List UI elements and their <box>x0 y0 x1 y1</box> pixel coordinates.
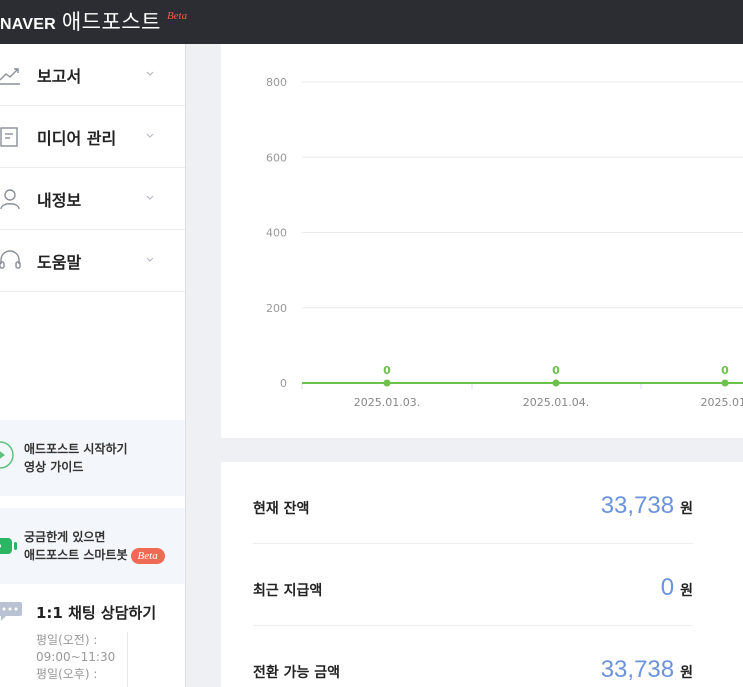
currency-unit: 원 <box>680 501 693 517</box>
hours-line: 09:00~11:30 <box>36 650 116 664</box>
chatbot-icon <box>0 538 17 554</box>
data-label: 0 <box>383 364 391 377</box>
play-circle-icon <box>0 441 14 469</box>
balance-row-convertible: 전환 가능 금액 33,738 원 <box>253 626 693 687</box>
balance-label: 최근 지급액 <box>253 583 323 599</box>
data-label: 0 <box>721 364 729 377</box>
y-tick-label: 800 <box>266 76 287 89</box>
app-name: 애드포스트 <box>61 10 161 34</box>
smartbot-banner[interactable]: 궁금한게 있으면 애드포스트 스마트봇 Beta <box>0 508 185 584</box>
y-tick-label: 400 <box>266 227 287 240</box>
guide-line1: 애드포스트 시작하기 <box>24 442 128 456</box>
currency-unit: 원 <box>680 583 693 599</box>
guide-video-banner[interactable]: 애드포스트 시작하기 영상 가이드 <box>0 420 185 496</box>
sidebar-item-label: 미디어 관리 <box>37 128 117 148</box>
smartbot-line1: 궁금한게 있으면 <box>24 530 106 544</box>
naver-logo: NAVER <box>0 16 56 33</box>
sidebar-item-label: 보고서 <box>37 66 82 86</box>
data-point <box>721 379 729 387</box>
balance-value: 33,738 <box>600 492 675 519</box>
top-bar: NAVER 애드포스트 Beta <box>0 0 743 44</box>
balance-card: 현재 잔액 33,738 원 최근 지급액 0원 전환 가능 금액 33,738 원 <box>221 462 743 687</box>
revenue-chart-card: 800 600 400 200 0 0 2025.01.03. 0 2025.01.04. 0 20… <box>221 44 743 438</box>
sidebar: 보고서 미디어 관리 내정보 도움말 애드포스트 시작하기 영상 가이드 궁금한… <box>0 44 186 687</box>
balance-value: 33,738 <box>600 656 675 683</box>
y-tick-label: 200 <box>266 302 287 315</box>
x-tick-label: 2025.01.03. <box>354 396 420 409</box>
sidebar-item-label: 내정보 <box>37 190 82 210</box>
report-chart-icon <box>0 68 20 85</box>
data-point <box>552 379 560 387</box>
line-chart: 800 600 400 200 0 0 2025.01.03. 0 2025.01.04. 0 20… <box>266 76 743 409</box>
chevron-down-icon <box>146 195 154 200</box>
chat-consult[interactable]: 1:1 채팅 상담하기 평일(오전) : 09:00~11:30 평일(오후) … <box>0 596 185 687</box>
smartbot-line2: 애드포스트 스마트봇 <box>24 548 128 562</box>
chevron-down-icon <box>146 71 154 76</box>
chat-title: 1:1 채팅 상담하기 <box>36 604 157 622</box>
x-tick-label: 2025.01. <box>701 396 743 409</box>
balance-label: 전환 가능 금액 <box>253 665 341 681</box>
sidebar-item-media[interactable]: 미디어 관리 <box>0 106 185 168</box>
chat-bubble-icon <box>0 602 22 621</box>
balance-row-recent-payment: 최근 지급액 0원 <box>253 544 693 626</box>
logo[interactable]: NAVER 애드포스트 Beta <box>0 6 187 36</box>
sidebar-item-label: 도움말 <box>37 252 82 272</box>
chevron-down-icon <box>146 257 154 262</box>
balance-value: 0 <box>660 574 675 601</box>
beta-badge: Beta <box>130 548 165 564</box>
guide-line2: 영상 가이드 <box>24 460 84 474</box>
balance-label: 현재 잔액 <box>253 501 310 517</box>
data-label: 0 <box>552 364 560 377</box>
sidebar-item-help[interactable]: 도움말 <box>0 230 185 292</box>
currency-unit: 원 <box>680 665 693 681</box>
hours-line: 평일(오후) : <box>36 667 98 681</box>
balance-row-current: 현재 잔액 33,738 원 <box>253 462 693 544</box>
sidebar-item-myinfo[interactable]: 내정보 <box>0 168 185 230</box>
person-icon <box>0 189 20 210</box>
chat-hours: 평일(오전) : 09:00~11:30 평일(오후) : <box>36 632 128 687</box>
y-tick-label: 0 <box>280 377 287 390</box>
sidebar-item-report[interactable]: 보고서 <box>0 44 185 106</box>
document-icon <box>0 127 18 147</box>
x-tick-label: 2025.01.04. <box>523 396 589 409</box>
beta-label: Beta <box>166 10 188 22</box>
data-point <box>383 379 391 387</box>
headset-icon <box>0 250 21 269</box>
chevron-down-icon <box>146 133 154 138</box>
hours-line: 평일(오전) : <box>36 633 98 647</box>
y-tick-label: 600 <box>266 151 287 164</box>
